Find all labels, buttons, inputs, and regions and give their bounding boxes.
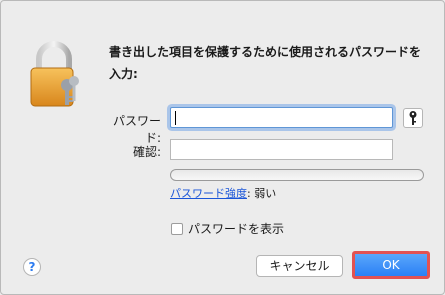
ok-button[interactable]: OK [352,251,430,279]
dialog-title: 書き出した項目を保護するために使用されるパスワードを入力: [109,45,422,81]
show-password-label: パスワードを表示 [188,222,285,236]
password-strength-link[interactable]: パスワード強度 [170,187,247,200]
password-label: パスワード: [112,114,161,145]
password-strength: パスワード強度: 弱い [170,185,276,201]
cancel-button[interactable]: キャンセル [256,255,343,277]
verify-field[interactable] [170,139,393,160]
show-password-checkbox[interactable] [171,222,183,235]
lock-icon [30,41,79,107]
password-strength-meter [170,169,424,181]
password-field[interactable] [170,107,393,128]
verify-label: 確認: [132,145,161,159]
password-assistant-button[interactable] [403,108,423,128]
password-dialog: 書き出した項目を保護するために使用されるパスワードを入力: パスワード: 確認:… [0,0,445,295]
strength-separator: : [247,187,251,200]
text-caret [175,111,176,125]
show-password-row[interactable]: パスワードを表示 [171,220,284,237]
password-strength-value: 弱い [254,187,277,200]
help-icon[interactable]: ? [23,258,41,276]
key-icon [409,111,417,125]
